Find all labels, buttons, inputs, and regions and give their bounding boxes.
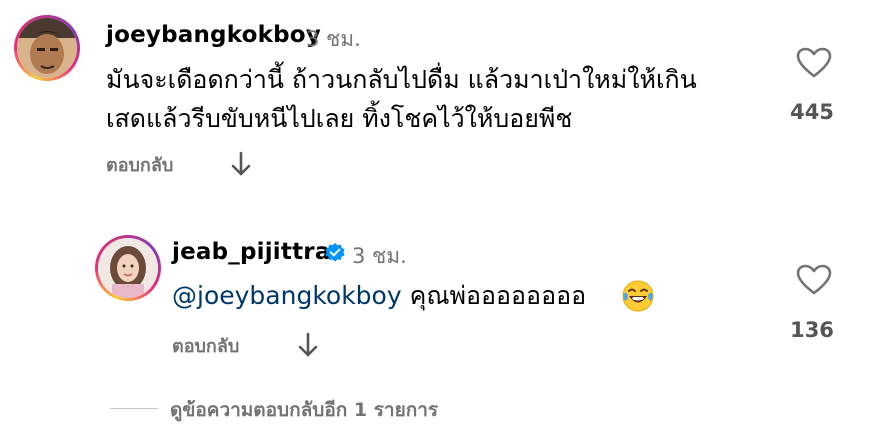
down-arrow-icon[interactable] [296,331,320,359]
reply-button[interactable]: ตอบกลับ [172,331,239,360]
view-replies-divider [110,408,158,409]
comment-text-line-2: เสดแล้วรีบขับหนีไปเลย ทิ้งโชคไว้ให้บอยพี… [106,104,573,133]
avatar-jeab_pijittra[interactable] [95,235,161,301]
comment-time: 3 ชม. [352,244,407,268]
avatar-joeybangkokboy[interactable] [14,15,80,81]
tears-of-joy-emoji-icon [622,280,654,312]
comment-text-line-1: มันจะเดือดกว่านี้ ถ้าวนกลับไปดื่ม แล้วมา… [106,65,697,94]
reply-button[interactable]: ตอบกลับ [106,150,173,179]
like-count: 136 [790,318,834,342]
down-arrow-icon[interactable] [229,150,253,178]
comment-username[interactable]: joeybangkokboy [106,22,321,48]
like-count: 445 [790,100,834,124]
view-more-replies-button[interactable]: ดูข้อความตอบกลับอีก 1 รายการ [170,395,438,425]
mention-link[interactable]: @joeybangkokboy [172,281,402,310]
comment-time: 3 ชม. [306,27,361,51]
verified-badge-icon [325,243,345,262]
comment-message: คุณพ่ออออออออ [409,281,587,310]
heart-icon[interactable] [796,264,832,296]
comment-username[interactable]: jeab_pijittra [172,239,331,265]
heart-icon[interactable] [796,47,832,79]
comment-text: @joeybangkokboy คุณพ่ออออออออ [172,276,586,316]
avatar-photo-icon [17,18,77,78]
avatar-photo-icon [98,238,158,298]
